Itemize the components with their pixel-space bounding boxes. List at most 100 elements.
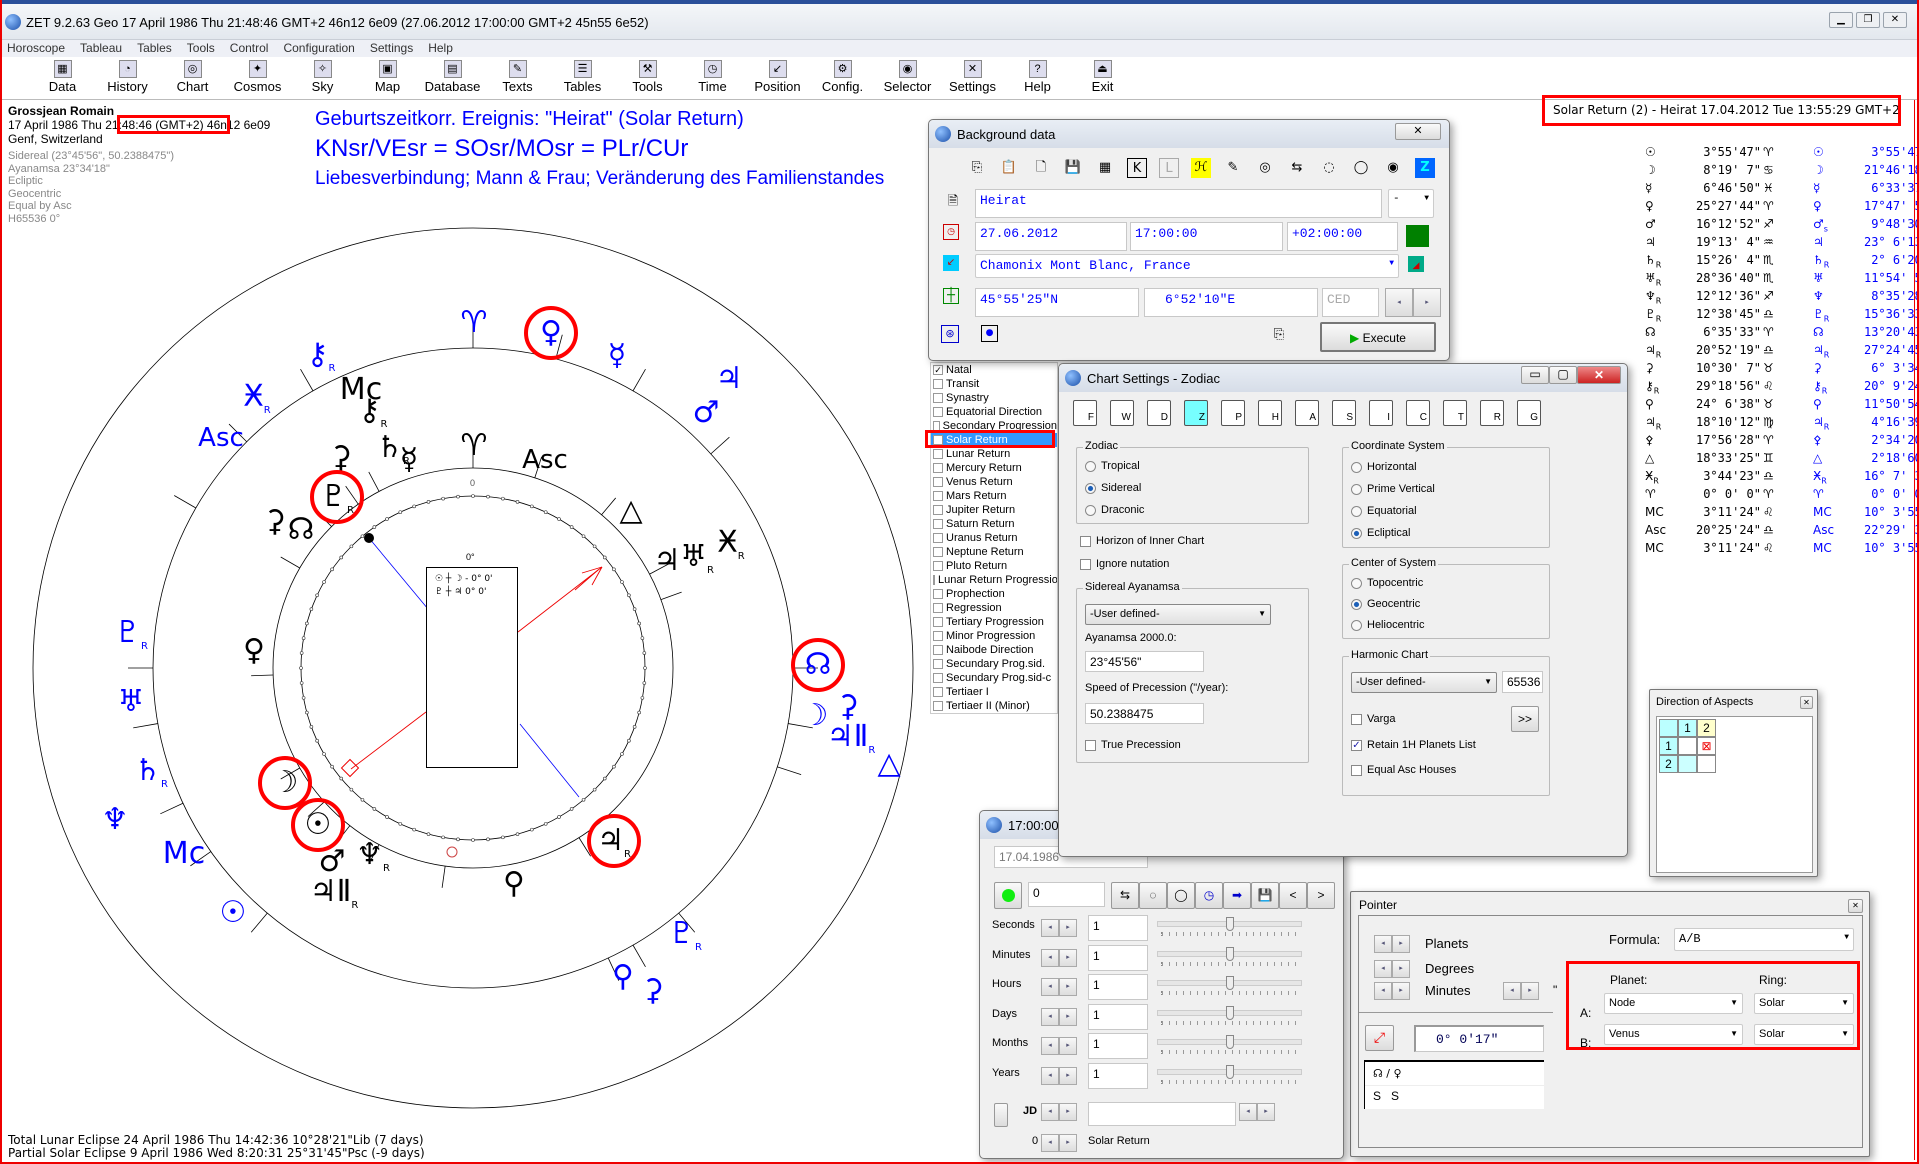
aspect-grid-cell[interactable] (1678, 755, 1697, 773)
radio-topocentric[interactable]: Topocentric (1351, 577, 1423, 589)
jd-stepper[interactable]: ◂ ▸ (1041, 1103, 1077, 1121)
chart-type-item[interactable]: Tertiaer I (931, 685, 1057, 699)
chart-type-item[interactable]: Tertiaer II (Minor) (931, 699, 1057, 713)
wheel-glyph[interactable]: △ (877, 749, 900, 779)
radio-horizontal[interactable]: Horizontal (1351, 461, 1417, 473)
next-button[interactable]: > (1307, 882, 1335, 909)
wheel-glyph[interactable]: ♂ (693, 398, 720, 428)
years-slider[interactable] (1157, 1064, 1302, 1087)
ignore-nutation-checkbox[interactable]: Ignore nutation (1080, 558, 1169, 570)
radio-geocentric[interactable]: Geocentric (1351, 598, 1420, 610)
close-button[interactable]: ✕ (1883, 12, 1907, 28)
wheel-glyph[interactable]: ♃R (587, 814, 641, 868)
wheel-glyph[interactable]: ♆ (102, 805, 129, 835)
wheel-glyph[interactable]: ⚳ (330, 443, 352, 473)
wheel-glyph[interactable]: Asc (522, 445, 568, 475)
k-icon[interactable]: K (1127, 158, 1147, 178)
aspect-grid-cell[interactable] (1659, 719, 1678, 737)
checkbox[interactable] (933, 533, 943, 543)
radio-tropical[interactable]: Tropical (1085, 460, 1140, 472)
checkbox[interactable] (933, 491, 943, 501)
wheel-glyph[interactable]: △ (619, 496, 642, 526)
b-planet-select[interactable]: Venus (1604, 1024, 1743, 1045)
minimize-button[interactable]: ▭ (1521, 366, 1549, 384)
wheel-settings-icon[interactable]: ⊛ (941, 325, 959, 343)
swap-icon[interactable]: ⇆ (1287, 158, 1307, 178)
copy-icon[interactable]: ⎘ (1269, 325, 1289, 345)
wheel-glyph[interactable]: ♃ (654, 546, 681, 576)
aspect-grid-cell[interactable]: 2 (1659, 755, 1678, 773)
clock-button[interactable]: ◷ (1195, 882, 1223, 909)
dot-ring-button[interactable]: ◌ (1139, 882, 1167, 909)
checkbox[interactable] (933, 421, 940, 431)
tab-r[interactable]: R (1480, 400, 1504, 426)
ring-filled-icon[interactable]: ◉ (1383, 158, 1403, 178)
seconds-slider[interactable] (1157, 917, 1302, 939)
minutes-slider[interactable] (1157, 946, 1302, 969)
ring-icon[interactable]: ◎ (1255, 158, 1275, 178)
radio-circle[interactable] (1085, 460, 1096, 472)
zone-code-input[interactable]: CED (1322, 288, 1379, 317)
chart-type-item[interactable]: ✓ Solar Return (931, 433, 1057, 447)
chart-type-item[interactable]: Saturn Return (931, 517, 1057, 531)
chart-type-item[interactable]: Jupiter Return (931, 503, 1057, 517)
wheel-glyph[interactable]: ⚲ (612, 962, 634, 992)
chart-type-item[interactable]: Lunar Return (931, 447, 1057, 461)
slider-thumb[interactable] (1225, 946, 1234, 961)
start-button[interactable] (994, 882, 1022, 909)
step-count-input[interactable]: 0 (1028, 882, 1105, 907)
chart-type-item[interactable]: Mars Return (931, 489, 1057, 503)
chart-type-list[interactable]: ✓ Natal Transit Synastry Equatorial Directio… (930, 362, 1058, 714)
ring-selected-button[interactable]: ◯ (1167, 882, 1195, 909)
chart-type-item[interactable]: Transit (931, 377, 1057, 391)
hours-input[interactable]: 1 (1088, 974, 1148, 1000)
wheel-glyph[interactable]: ӾR (243, 382, 271, 426)
checkbox[interactable]: ✓ (933, 365, 943, 375)
checkbox[interactable] (933, 575, 935, 585)
tab-s[interactable]: S (1332, 400, 1356, 426)
book-icon[interactable]: ✎ (1223, 158, 1243, 178)
checkbox[interactable] (933, 631, 943, 641)
date-input[interactable]: 27.06.2012 (975, 222, 1127, 251)
close-button[interactable]: ✕ (1577, 366, 1621, 384)
wheel-glyph[interactable]: ⚷R (307, 340, 336, 384)
place-select[interactable]: Chamonix Mont Blanc, France (975, 254, 1399, 278)
l-icon[interactable]: L (1159, 158, 1179, 178)
chart-type-item[interactable]: Neptune Return (931, 545, 1057, 559)
horoscope-wheel[interactable] (0, 0, 930, 1130)
equal-asc-houses-checkbox[interactable]: Equal Asc Houses (1351, 764, 1456, 776)
seconds-stepper[interactable]: ◂ ▸ (1503, 982, 1539, 1000)
pointer-tool-button[interactable]: ⤢ (1365, 1025, 1394, 1051)
wheel-glyph[interactable]: Mc (163, 839, 205, 869)
aspect-grid-cell[interactable]: 1 (1678, 719, 1697, 737)
tab-i[interactable]: I (1369, 400, 1393, 426)
wheel-glyph[interactable]: ⚳ (642, 976, 664, 1006)
wheel-glyph[interactable]: ӾR (717, 528, 745, 572)
harmonic-value-input[interactable]: 65536 (1502, 671, 1543, 693)
checkbox[interactable]: ✓ (933, 435, 943, 445)
radio-circle[interactable] (1085, 482, 1096, 494)
checkbox[interactable] (933, 547, 943, 557)
checkbox[interactable] (933, 463, 943, 473)
wheel-glyph[interactable]: ♇R (668, 919, 702, 963)
checkbox[interactable] (933, 701, 943, 711)
years-input[interactable]: 1 (1088, 1062, 1148, 1089)
time-input[interactable]: 17:00:00 (1130, 222, 1283, 251)
a-ring-select[interactable]: Solar (1754, 993, 1854, 1014)
wheel-glyph[interactable]: ☿ (608, 341, 626, 371)
days-stepper[interactable]: ◂ ▸ (1041, 1007, 1077, 1026)
slider-thumb[interactable] (1225, 976, 1234, 990)
hours-slider[interactable] (1157, 976, 1302, 998)
radio-circle[interactable] (1351, 461, 1362, 473)
wheel-glyph[interactable]: ⚲ (503, 869, 525, 899)
minimize-button[interactable]: ▁ (1829, 12, 1853, 28)
chart-type-item[interactable]: Uranus Return (931, 531, 1057, 545)
tab-d[interactable]: D (1147, 400, 1171, 426)
more-button[interactable]: >> (1511, 706, 1539, 732)
slider-thumb[interactable] (1225, 1005, 1234, 1020)
save-button[interactable]: 💾 (1251, 882, 1279, 909)
wheel-glyph[interactable]: ♈ (461, 431, 488, 461)
chart-type-item[interactable]: ✓ Natal (931, 363, 1057, 377)
radio-circle[interactable] (1085, 504, 1096, 516)
days-slider[interactable] (1157, 1005, 1302, 1028)
